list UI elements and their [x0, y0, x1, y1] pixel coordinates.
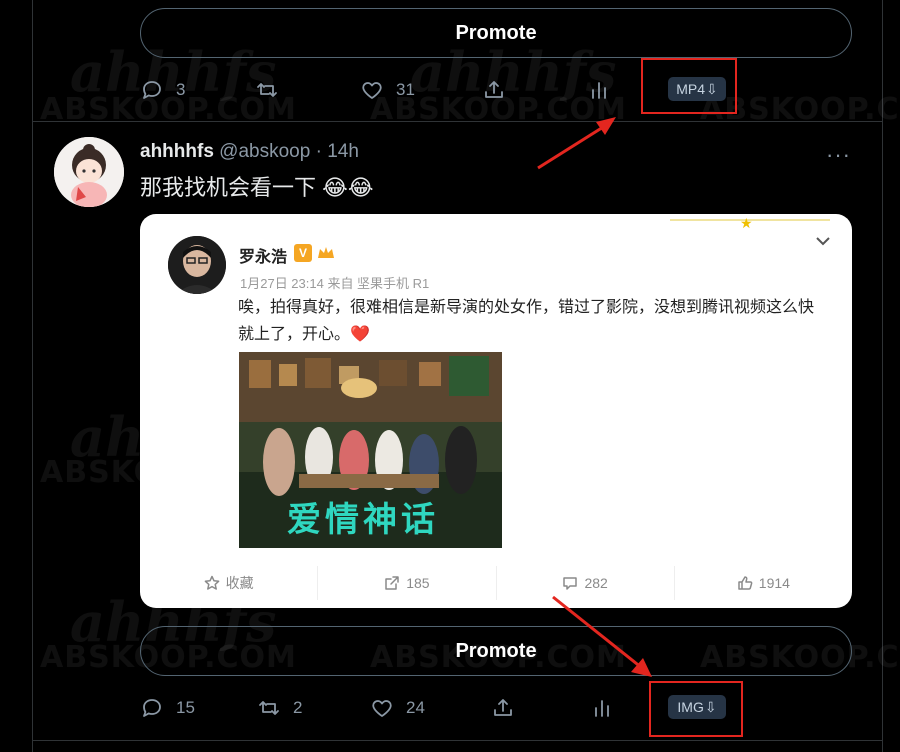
- svg-text:★: ★: [740, 215, 753, 231]
- annotation-arrow: [552, 595, 652, 677]
- img-download-button[interactable]: IMG ⇩: [668, 695, 726, 719]
- retweet-count: 2: [293, 698, 303, 717]
- comment-icon: [563, 577, 578, 590]
- comment-count: 282: [584, 575, 608, 591]
- user-handle[interactable]: @abskoop: [219, 141, 310, 162]
- chevron-down-icon: [816, 237, 830, 246]
- movie-poster-image: 爱情神话: [239, 352, 502, 548]
- analytics-button[interactable]: [587, 75, 611, 105]
- analytics-icon: [592, 82, 606, 99]
- tweet-divider: [33, 121, 882, 122]
- download-arrow-icon: ⇩: [706, 80, 718, 97]
- retweet-icon: [257, 83, 277, 97]
- like-count: 1914: [758, 575, 790, 591]
- upload-share-icon: [494, 699, 512, 716]
- user-avatar[interactable]: [54, 137, 124, 207]
- weibo-action-bar: 收藏 185 282 1914: [140, 566, 852, 600]
- favorite-label: 收藏: [225, 575, 254, 591]
- timeline-right-border: [882, 0, 883, 752]
- weibo-author-name: 罗永浩: [239, 249, 288, 266]
- tweet-text: 那我找机会看一下 😂😂: [140, 175, 374, 200]
- like-count: 31: [396, 80, 415, 99]
- analytics-icon: [595, 700, 609, 717]
- retweet-icon: [259, 701, 279, 715]
- tweet-action-bar: 3 31: [140, 75, 880, 105]
- like-button[interactable]: 24: [370, 693, 425, 723]
- retweet-button[interactable]: 2: [257, 693, 302, 723]
- like-action: 1914: [675, 566, 852, 600]
- header-separator: ·: [315, 141, 322, 162]
- tweet-timestamp[interactable]: 14h: [327, 141, 359, 162]
- mp4-download-button[interactable]: MP4 ⇩: [668, 77, 726, 101]
- repost-count: 185: [406, 575, 430, 591]
- analytics-button[interactable]: [590, 693, 614, 723]
- reply-count: 15: [176, 698, 195, 717]
- favorite-action: 收藏: [140, 566, 319, 600]
- verified-badge: V: [294, 244, 312, 262]
- upload-share-icon: [485, 81, 503, 98]
- heart-icon: [362, 82, 382, 99]
- more-options-icon[interactable]: ···: [826, 142, 851, 168]
- share-button[interactable]: [491, 693, 515, 723]
- timeline-left-border: [32, 0, 33, 752]
- like-button[interactable]: 31: [360, 75, 415, 105]
- tweet-divider: [33, 740, 882, 741]
- download-label: MP4: [676, 81, 706, 97]
- download-arrow-icon: ⇩: [704, 698, 717, 715]
- share-button[interactable]: [482, 75, 506, 105]
- vip-crown-icon: [318, 247, 334, 258]
- reply-icon: [143, 699, 161, 717]
- annotation-arrow: [537, 117, 616, 170]
- movie-title: 爱情神话: [287, 500, 439, 540]
- star-icon: [204, 575, 219, 590]
- tweet-header: ahhhhfs @abskoop · 14h: [140, 141, 359, 163]
- decoration-stars: ★: [670, 215, 830, 231]
- weibo-post-meta: 1月27日 23:14 来自 坚果手机 R1: [240, 276, 430, 291]
- share-icon: [385, 576, 399, 590]
- heart-icon: [372, 700, 392, 717]
- attached-image[interactable]: ★ 罗永浩 V 1月27日 23:14 来自 坚果手机 R1 唉，拍得真好，很难…: [140, 214, 852, 608]
- promote-button[interactable]: Promote: [140, 8, 852, 58]
- retweet-button[interactable]: [255, 75, 291, 105]
- reply-count: 3: [176, 80, 186, 99]
- reply-button[interactable]: 15: [140, 693, 195, 723]
- download-label: IMG: [677, 699, 704, 715]
- weibo-author-avatar: [168, 236, 226, 294]
- display-name[interactable]: ahhhhfs: [140, 141, 214, 162]
- repost-action: 185: [318, 566, 497, 600]
- reply-icon: [143, 81, 161, 99]
- reply-button[interactable]: 3: [140, 75, 185, 105]
- weibo-post-text: 唉，拍得真好，很难相信是新导演的处女作，错过了影院，没想到腾讯视频这么快就上了，…: [238, 299, 815, 343]
- promote-button[interactable]: Promote: [140, 626, 852, 676]
- thumbs-up-icon: [738, 576, 753, 590]
- tweet-action-bar: 15 2 24: [140, 693, 880, 723]
- like-count: 24: [406, 698, 425, 717]
